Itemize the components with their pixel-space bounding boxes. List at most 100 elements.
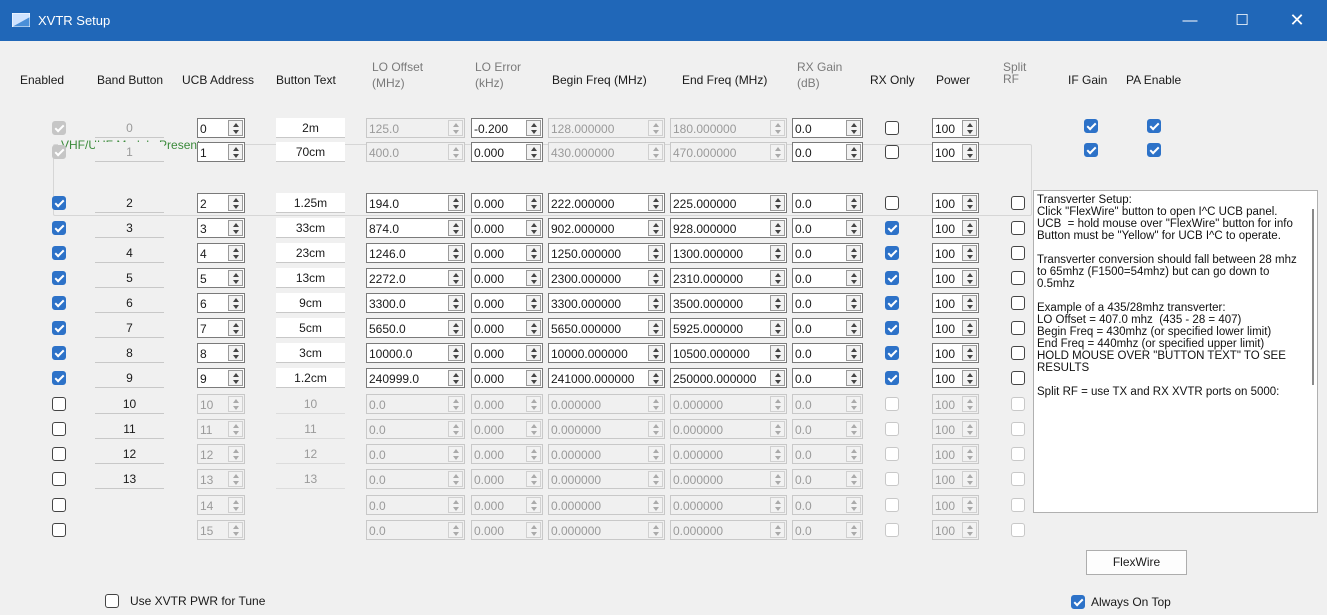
button-text-field[interactable]: 13 (276, 469, 345, 489)
begin-freq-stepper[interactable]: 3300.000000 (548, 293, 665, 313)
pa-enable-checkbox[interactable] (1147, 143, 1161, 157)
spin-arrows-icon[interactable] (648, 295, 663, 311)
spin-arrows-icon[interactable] (962, 120, 977, 136)
button-text-field[interactable]: 12 (276, 444, 345, 464)
spin-arrows-icon[interactable] (228, 195, 243, 211)
power-stepper[interactable]: 100 (932, 218, 979, 238)
rx-gain-stepper[interactable]: 0.0 (792, 268, 863, 288)
band-button[interactable]: 11 (95, 419, 164, 439)
band-button[interactable]: 7 (95, 318, 164, 338)
spin-arrows-icon[interactable] (228, 497, 243, 513)
lo-offset-stepper[interactable]: 0.0 (366, 495, 465, 515)
ucb-address-stepper[interactable]: 8 (197, 343, 245, 363)
spin-arrows-icon[interactable] (962, 195, 977, 211)
spin-arrows-icon[interactable] (648, 270, 663, 286)
end-freq-stepper[interactable]: 225.000000 (670, 193, 787, 213)
spin-arrows-icon[interactable] (448, 345, 463, 361)
rx-only-checkbox[interactable] (885, 422, 899, 436)
split-rf-checkbox[interactable] (1011, 221, 1025, 235)
rx-gain-stepper[interactable]: 0.0 (792, 368, 863, 388)
spin-arrows-icon[interactable] (526, 446, 541, 462)
spin-arrows-icon[interactable] (846, 446, 861, 462)
ucb-address-stepper[interactable]: 14 (197, 495, 245, 515)
ucb-address-stepper[interactable]: 0 (197, 118, 245, 138)
ucb-address-stepper[interactable]: 13 (197, 469, 245, 489)
rx-only-checkbox[interactable] (885, 271, 899, 285)
maximize-icon[interactable]: ☐ (1219, 0, 1265, 41)
spin-arrows-icon[interactable] (526, 295, 541, 311)
end-freq-stepper[interactable]: 928.000000 (670, 218, 787, 238)
info-textbox[interactable]: Transverter Setup: Click "FlexWire" butt… (1033, 190, 1318, 513)
begin-freq-stepper[interactable]: 5650.000000 (548, 318, 665, 338)
spin-arrows-icon[interactable] (846, 370, 861, 386)
enabled-checkbox[interactable] (52, 498, 66, 512)
spin-arrows-icon[interactable] (448, 320, 463, 336)
lo-offset-stepper[interactable]: 2272.0 (366, 268, 465, 288)
ucb-address-stepper[interactable]: 10 (197, 394, 245, 414)
lo-error-stepper[interactable]: 0.000 (471, 469, 543, 489)
spin-arrows-icon[interactable] (770, 295, 785, 311)
button-text-field[interactable]: 10 (276, 394, 345, 414)
spin-arrows-icon[interactable] (526, 270, 541, 286)
band-button[interactable]: 9 (95, 368, 164, 388)
spin-arrows-icon[interactable] (962, 370, 977, 386)
spin-arrows-icon[interactable] (648, 446, 663, 462)
lo-offset-stepper[interactable]: 5650.0 (366, 318, 465, 338)
enabled-checkbox[interactable] (52, 246, 66, 260)
ucb-address-stepper[interactable]: 1 (197, 142, 245, 162)
spin-arrows-icon[interactable] (962, 320, 977, 336)
lo-offset-stepper[interactable]: 10000.0 (366, 343, 465, 363)
spin-arrows-icon[interactable] (770, 497, 785, 513)
spin-arrows-icon[interactable] (770, 471, 785, 487)
ucb-address-stepper[interactable]: 15 (197, 520, 245, 540)
end-freq-stepper[interactable]: 0.000000 (670, 469, 787, 489)
spin-arrows-icon[interactable] (648, 370, 663, 386)
spin-arrows-icon[interactable] (648, 120, 663, 136)
split-rf-checkbox[interactable] (1011, 371, 1025, 385)
ucb-address-stepper[interactable]: 12 (197, 444, 245, 464)
spin-arrows-icon[interactable] (846, 471, 861, 487)
lo-error-stepper[interactable]: -0.200 (471, 118, 543, 138)
spin-arrows-icon[interactable] (846, 245, 861, 261)
power-stepper[interactable]: 100 (932, 142, 979, 162)
spin-arrows-icon[interactable] (448, 471, 463, 487)
spin-arrows-icon[interactable] (962, 497, 977, 513)
spin-arrows-icon[interactable] (962, 471, 977, 487)
band-button[interactable]: 10 (95, 394, 164, 414)
spin-arrows-icon[interactable] (846, 522, 861, 538)
band-button[interactable]: 3 (95, 218, 164, 238)
button-text-field[interactable]: 13cm (276, 268, 345, 288)
spin-arrows-icon[interactable] (448, 421, 463, 437)
ucb-address-stepper[interactable]: 4 (197, 243, 245, 263)
split-rf-checkbox[interactable] (1011, 422, 1025, 436)
rx-only-checkbox[interactable] (885, 498, 899, 512)
enabled-checkbox[interactable] (52, 321, 66, 335)
lo-error-stepper[interactable]: 0.000 (471, 293, 543, 313)
split-rf-checkbox[interactable] (1011, 196, 1025, 210)
spin-arrows-icon[interactable] (228, 220, 243, 236)
spin-arrows-icon[interactable] (846, 120, 861, 136)
enabled-checkbox[interactable] (52, 296, 66, 310)
power-stepper[interactable]: 100 (932, 444, 979, 464)
begin-freq-stepper[interactable]: 430.000000 (548, 142, 665, 162)
lo-error-stepper[interactable]: 0.000 (471, 218, 543, 238)
enabled-checkbox[interactable] (52, 397, 66, 411)
spin-arrows-icon[interactable] (526, 245, 541, 261)
lo-offset-stepper[interactable]: 3300.0 (366, 293, 465, 313)
spin-arrows-icon[interactable] (770, 320, 785, 336)
lo-error-stepper[interactable]: 0.000 (471, 444, 543, 464)
rx-only-checkbox[interactable] (885, 221, 899, 235)
end-freq-stepper[interactable]: 0.000000 (670, 419, 787, 439)
spin-arrows-icon[interactable] (770, 144, 785, 160)
lo-offset-stepper[interactable]: 125.0 (366, 118, 465, 138)
spin-arrows-icon[interactable] (962, 396, 977, 412)
rx-only-checkbox[interactable] (885, 145, 899, 159)
spin-arrows-icon[interactable] (648, 421, 663, 437)
spin-arrows-icon[interactable] (526, 370, 541, 386)
spin-arrows-icon[interactable] (962, 295, 977, 311)
spin-arrows-icon[interactable] (228, 245, 243, 261)
enabled-checkbox[interactable] (52, 271, 66, 285)
begin-freq-stepper[interactable]: 0.000000 (548, 394, 665, 414)
button-text-field[interactable]: 1.2cm (276, 368, 345, 388)
rx-gain-stepper[interactable]: 0.0 (792, 318, 863, 338)
